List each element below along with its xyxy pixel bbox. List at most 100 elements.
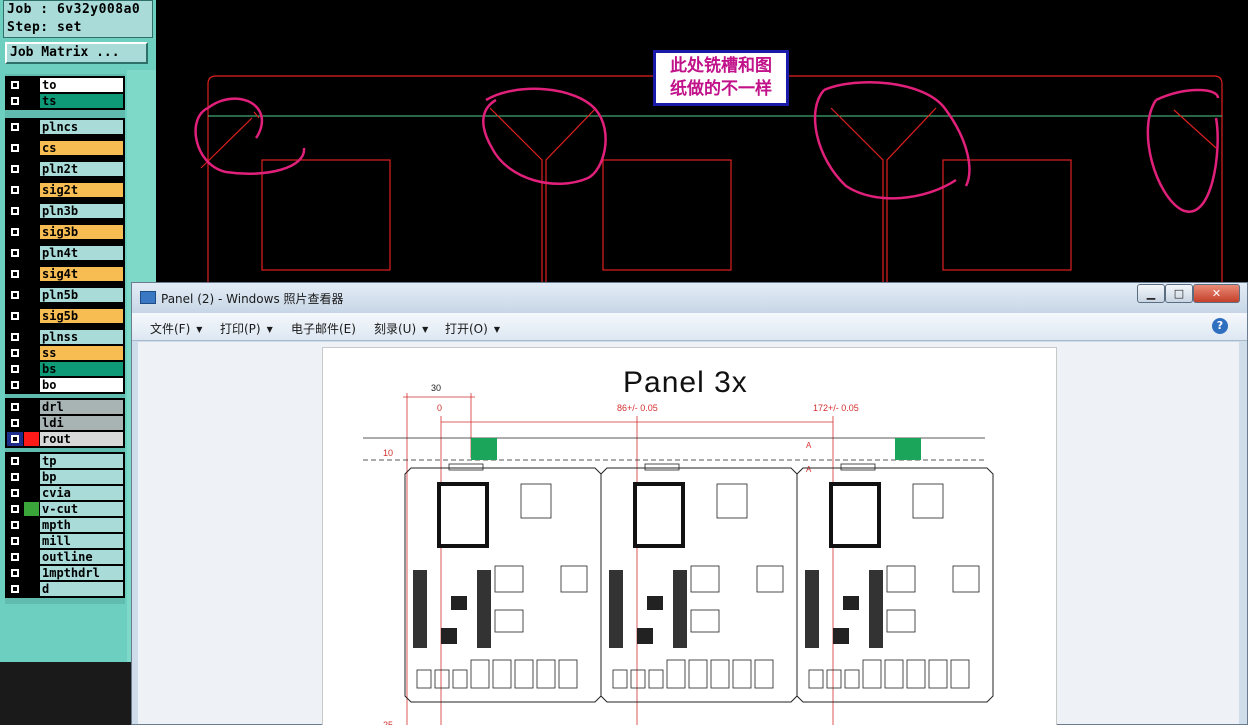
- layer-checkbox[interactable]: [7, 346, 23, 360]
- layer-checkbox[interactable]: [7, 120, 23, 134]
- layer-color-swatch[interactable]: [24, 246, 39, 260]
- layer-checkbox[interactable]: [7, 432, 23, 446]
- layer-checkbox[interactable]: [7, 582, 23, 596]
- menu-email[interactable]: 电子邮件(E): [291, 320, 356, 337]
- layer-row-outline[interactable]: outline: [6, 549, 124, 565]
- layer-row-ss[interactable]: ss: [6, 345, 124, 361]
- layer-row-pln2t[interactable]: pln2t: [6, 161, 124, 182]
- layer-checkbox[interactable]: [7, 566, 23, 580]
- layer-checkbox[interactable]: [7, 486, 23, 500]
- layer-row-ldi[interactable]: ldi: [6, 415, 124, 431]
- layer-row-1mpthdrl[interactable]: 1mpthdrl: [6, 565, 124, 581]
- layer-color-swatch[interactable]: [24, 362, 39, 376]
- layer-name[interactable]: tp: [40, 454, 123, 468]
- layer-checkbox[interactable]: [7, 225, 23, 239]
- menu-open[interactable]: 打开(O) ▼: [445, 320, 500, 337]
- layer-name[interactable]: rout: [40, 432, 123, 446]
- layer-name[interactable]: bp: [40, 470, 123, 484]
- layer-color-swatch[interactable]: [24, 518, 39, 532]
- layer-color-swatch[interactable]: [24, 470, 39, 484]
- layer-row-v-cut[interactable]: v-cut: [6, 501, 124, 517]
- layer-name[interactable]: sig5b: [40, 309, 123, 323]
- layer-name[interactable]: sig4t: [40, 267, 123, 281]
- layer-color-swatch[interactable]: [24, 566, 39, 580]
- layer-color-swatch[interactable]: [24, 309, 39, 323]
- layer-color-swatch[interactable]: [24, 346, 39, 360]
- layer-color-swatch[interactable]: [24, 330, 39, 344]
- layer-checkbox[interactable]: [7, 309, 23, 323]
- layer-name[interactable]: ts: [40, 94, 123, 108]
- layer-color-swatch[interactable]: [24, 454, 39, 468]
- menu-file[interactable]: 文件(F) ▼: [150, 320, 202, 337]
- layer-row-sig5b[interactable]: sig5b: [6, 308, 124, 329]
- layer-color-swatch[interactable]: [24, 502, 39, 516]
- layer-name[interactable]: to: [40, 78, 123, 92]
- layer-name[interactable]: d: [40, 582, 123, 596]
- photo-viewer-window[interactable]: Panel (2) - Windows 照片查看器 ▁ □ ✕ 文件(F) ▼ 打…: [131, 282, 1248, 725]
- layer-checkbox[interactable]: [7, 94, 23, 108]
- layer-checkbox[interactable]: [7, 267, 23, 281]
- layer-row-tp[interactable]: tp: [6, 453, 124, 469]
- layer-checkbox[interactable]: [7, 78, 23, 92]
- layer-color-swatch[interactable]: [24, 378, 39, 392]
- layer-name[interactable]: sig2t: [40, 183, 123, 197]
- layer-color-swatch[interactable]: [24, 267, 39, 281]
- layer-row-d[interactable]: d: [6, 581, 124, 597]
- layer-name[interactable]: pln5b: [40, 288, 123, 302]
- layer-row-cs[interactable]: cs: [6, 140, 124, 161]
- layer-name[interactable]: plnss: [40, 330, 123, 344]
- layer-checkbox[interactable]: [7, 502, 23, 516]
- layer-row-to[interactable]: to: [6, 77, 124, 93]
- layer-color-swatch[interactable]: [24, 550, 39, 564]
- layer-row-sig2t[interactable]: sig2t: [6, 182, 124, 203]
- layer-row-plncs[interactable]: plncs: [6, 119, 124, 140]
- layer-row-bp[interactable]: bp: [6, 469, 124, 485]
- layer-color-swatch[interactable]: [24, 78, 39, 92]
- layer-color-swatch[interactable]: [24, 432, 39, 446]
- layer-color-swatch[interactable]: [24, 534, 39, 548]
- layer-row-drl[interactable]: drl: [6, 399, 124, 415]
- layer-checkbox[interactable]: [7, 204, 23, 218]
- minimize-button[interactable]: ▁: [1137, 284, 1165, 303]
- layer-row-mill[interactable]: mill: [6, 533, 124, 549]
- layer-name[interactable]: mill: [40, 534, 123, 548]
- layer-name[interactable]: sig3b: [40, 225, 123, 239]
- layer-checkbox[interactable]: [7, 550, 23, 564]
- layer-row-pln4t[interactable]: pln4t: [6, 245, 124, 266]
- menu-burn[interactable]: 刻录(U) ▼: [374, 320, 428, 337]
- layer-color-swatch[interactable]: [24, 204, 39, 218]
- layer-name[interactable]: v-cut: [40, 502, 123, 516]
- layer-color-swatch[interactable]: [24, 183, 39, 197]
- layer-name[interactable]: cs: [40, 141, 123, 155]
- layer-row-pln5b[interactable]: pln5b: [6, 287, 124, 308]
- layer-name[interactable]: cvia: [40, 486, 123, 500]
- layer-row-cvia[interactable]: cvia: [6, 485, 124, 501]
- layer-color-swatch[interactable]: [24, 288, 39, 302]
- layer-name[interactable]: bs: [40, 362, 123, 376]
- layer-color-swatch[interactable]: [24, 225, 39, 239]
- layer-name[interactable]: drl: [40, 400, 123, 414]
- layer-row-pln3b[interactable]: pln3b: [6, 203, 124, 224]
- layer-color-swatch[interactable]: [24, 141, 39, 155]
- layer-row-sig4t[interactable]: sig4t: [6, 266, 124, 287]
- layer-row-ts[interactable]: ts: [6, 93, 124, 109]
- layer-checkbox[interactable]: [7, 288, 23, 302]
- title-bar[interactable]: Panel (2) - Windows 照片查看器 ▁ □ ✕: [132, 283, 1247, 313]
- layer-checkbox[interactable]: [7, 162, 23, 176]
- layer-name[interactable]: 1mpthdrl: [40, 566, 123, 580]
- layer-row-bo[interactable]: bo: [6, 377, 124, 393]
- layer-color-swatch[interactable]: [24, 486, 39, 500]
- layer-row-mpth[interactable]: mpth: [6, 517, 124, 533]
- layer-checkbox[interactable]: [7, 246, 23, 260]
- job-matrix-button[interactable]: Job Matrix ...: [5, 42, 148, 64]
- layer-checkbox[interactable]: [7, 378, 23, 392]
- layer-name[interactable]: plncs: [40, 120, 123, 134]
- layer-name[interactable]: pln4t: [40, 246, 123, 260]
- layer-row-sig3b[interactable]: sig3b: [6, 224, 124, 245]
- close-button[interactable]: ✕: [1193, 284, 1240, 303]
- layer-checkbox[interactable]: [7, 534, 23, 548]
- layer-color-swatch[interactable]: [24, 94, 39, 108]
- help-icon[interactable]: ?: [1212, 318, 1228, 334]
- layer-name[interactable]: outline: [40, 550, 123, 564]
- layer-checkbox[interactable]: [7, 400, 23, 414]
